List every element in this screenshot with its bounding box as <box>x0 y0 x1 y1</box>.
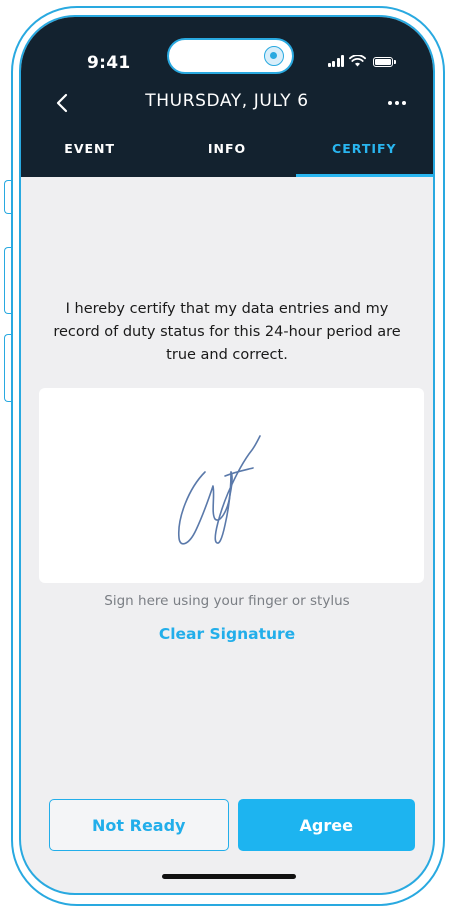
status-icons <box>327 55 396 67</box>
tab-event[interactable]: EVENT <box>21 133 158 177</box>
signature-pad[interactable] <box>39 388 424 583</box>
signature-hint: Sign here using your finger or stylus <box>104 593 350 609</box>
tab-info[interactable]: INFO <box>158 133 295 177</box>
wifi-icon <box>349 55 366 67</box>
camera-icon <box>264 46 284 66</box>
certify-content: I hereby certify that my data entries an… <box>21 177 433 893</box>
more-options-button[interactable] <box>383 93 411 113</box>
screen: 9:41 THURSDAY, JULY 6 EVENT INFO CERTIFY… <box>0 0 452 912</box>
action-buttons: Not Ready Agree <box>49 799 415 851</box>
clear-signature-link[interactable]: Clear Signature <box>21 625 433 643</box>
certification-statement: I hereby certify that my data entries an… <box>53 301 401 363</box>
not-ready-button[interactable]: Not Ready <box>49 799 229 851</box>
app-header: 9:41 THURSDAY, JULY 6 EVENT INFO CERTIFY <box>21 17 433 177</box>
tab-certify[interactable]: CERTIFY <box>295 133 433 177</box>
page-title: THURSDAY, JULY 6 <box>145 91 309 111</box>
phone-screen: 9:41 THURSDAY, JULY 6 EVENT INFO CERTIFY… <box>19 15 435 895</box>
cellular-signal-icon <box>327 55 344 67</box>
dynamic-island <box>167 38 294 74</box>
signature-drawing <box>178 435 261 545</box>
home-indicator[interactable] <box>162 874 296 879</box>
battery-icon <box>373 57 396 67</box>
agree-button[interactable]: Agree <box>237 799 415 851</box>
status-time: 9:41 <box>87 53 131 73</box>
ellipsis-icon <box>388 101 392 105</box>
tab-bar: EVENT INFO CERTIFY <box>21 133 433 177</box>
